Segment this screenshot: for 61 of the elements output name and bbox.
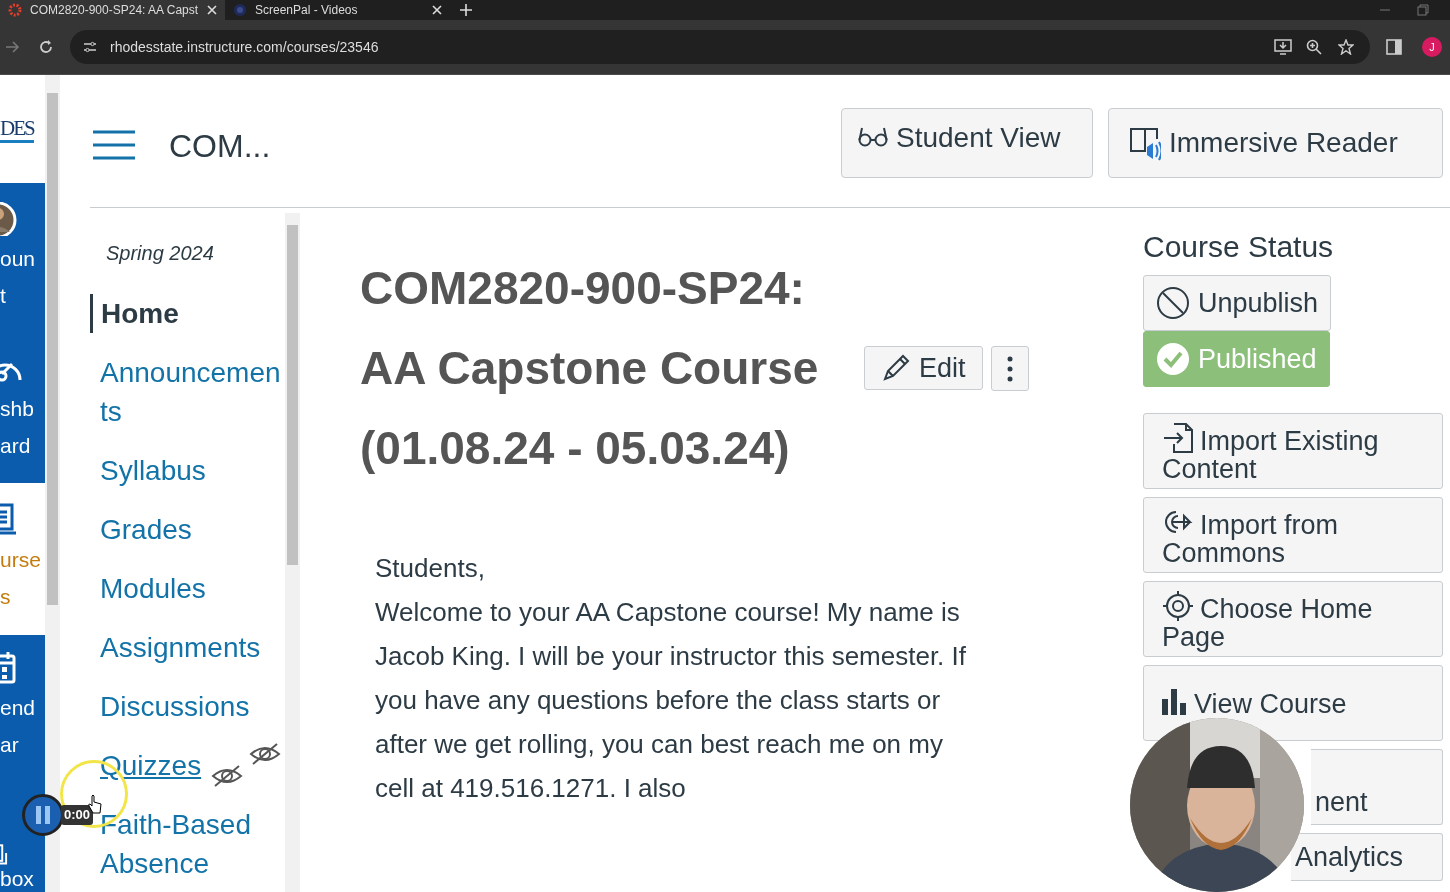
restore-icon[interactable]	[1416, 3, 1430, 17]
eye-slash-icon	[211, 763, 244, 788]
scrollbar[interactable]	[45, 75, 60, 892]
sidebar-action-button[interactable]: View Course	[1143, 665, 1443, 742]
zoom-icon[interactable]	[1306, 39, 1322, 55]
body-paragraph: Welcome to your AA Capstone course! My name is Jacob King. I will be your instructor this semester. If you have any questions before the class starts or after we get rolling, you can best reach me on my cell at 419.516.1271. I also	[374, 596, 968, 806]
avatar[interactable]: J	[1422, 37, 1442, 57]
book-speaker-icon	[1129, 125, 1161, 161]
target-icon	[1162, 590, 1194, 623]
course-nav-link[interactable]: Announcements	[100, 353, 285, 432]
course-nav-link[interactable]: Faith-Based Absence	[100, 805, 285, 884]
course-nav-link[interactable]: Discussions	[100, 687, 285, 727]
menu-icon[interactable]	[93, 130, 135, 160]
close-icon[interactable]	[207, 5, 217, 15]
bar-chart-icon	[1162, 688, 1186, 715]
global-nav-item[interactable]: oun t	[0, 183, 45, 333]
global-nav-item[interactable]: box	[0, 838, 45, 892]
file-import-icon	[1162, 422, 1194, 455]
sidebar-action-button[interactable]: Import from Commons	[1143, 497, 1443, 574]
term-label: Spring 2024	[106, 241, 215, 267]
pencil-icon	[881, 353, 911, 384]
plus-icon[interactable]	[460, 4, 472, 16]
sidebar-action-button[interactable]: Import Existing Content	[1143, 413, 1443, 490]
recording-timer: 0:00	[61, 805, 94, 825]
star-icon[interactable]	[1338, 39, 1354, 55]
sidebar-action-button[interactable]: Analytics	[1291, 833, 1443, 882]
greeting-text: Students,	[374, 552, 486, 586]
scrollbar[interactable]	[285, 213, 300, 892]
browser-tab[interactable]: ScreenPal - Videos	[225, 0, 450, 20]
hand-cursor-icon	[88, 794, 102, 814]
site-info-icon[interactable]	[82, 39, 98, 55]
immersive-reader-button[interactable]: Immersive Reader	[1108, 108, 1443, 178]
side-panel-icon[interactable]	[1386, 39, 1402, 55]
close-icon[interactable]	[432, 5, 442, 15]
sidebar-action-button[interactable]: Choose Home Page	[1143, 581, 1443, 658]
no-entry-icon	[1156, 286, 1190, 321]
student-view-button[interactable]: Student View	[841, 108, 1093, 178]
course-nav-link[interactable]: Grades	[100, 510, 285, 550]
course-nav-link[interactable]: Assignments	[100, 628, 285, 668]
unpublish-button[interactable]: Unpublish	[1143, 275, 1332, 332]
browser-tab[interactable]: COM2820-900-SP24: AA Capst	[0, 0, 225, 20]
page-title: COM2820-900-SP24: AA Capstone Course (01.08.24 - 05.03.24)	[360, 261, 820, 477]
pause-icon	[36, 806, 50, 824]
edit-button[interactable]: Edit	[864, 346, 983, 391]
forward-icon[interactable]	[4, 39, 20, 55]
glasses-icon	[858, 127, 888, 147]
sidebar-heading: Course Status	[1143, 229, 1334, 266]
eye-slash-icon	[249, 741, 282, 766]
install-icon[interactable]	[1274, 39, 1292, 55]
course-nav-link[interactable]: Modules	[100, 569, 285, 609]
global-nav-item[interactable]: end ar	[0, 635, 45, 792]
course-nav-link[interactable]: Syllabus	[100, 451, 285, 491]
check-circle-icon	[1156, 342, 1190, 377]
global-nav-item[interactable]: shb ard	[0, 333, 45, 483]
logo[interactable]: DES	[0, 115, 34, 143]
more-options-button[interactable]	[990, 345, 1029, 391]
gear-icon	[8, 3, 22, 17]
sidebar-action-button[interactable]: nent	[1311, 749, 1443, 826]
reload-icon[interactable]	[38, 39, 54, 55]
course-title[interactable]: COM...	[169, 122, 271, 170]
circle-icon	[233, 3, 247, 17]
